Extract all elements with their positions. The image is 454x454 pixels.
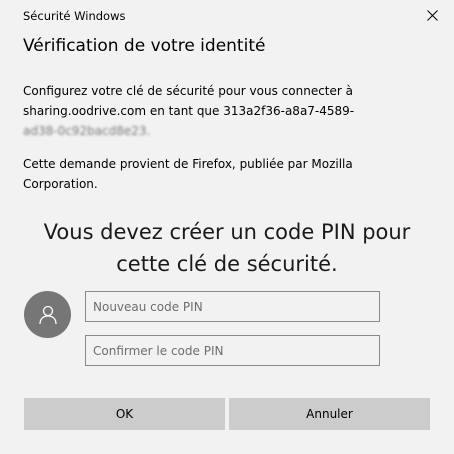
cancel-button[interactable]: Annuler bbox=[229, 398, 430, 430]
setup-instructions: Configurez votre clé de sécurité pour vo… bbox=[23, 81, 383, 141]
request-origin: Cette demande provient de Firefox, publi… bbox=[23, 154, 383, 194]
new-pin-input[interactable] bbox=[85, 291, 380, 322]
windows-security-dialog: Sécurité Windows Vérification de votre i… bbox=[0, 0, 454, 454]
confirm-pin-input[interactable] bbox=[85, 335, 380, 366]
origin-line: Corporation. bbox=[23, 177, 98, 191]
dialog-heading: Vérification de votre identité bbox=[23, 36, 266, 56]
instruction-line: Configurez votre clé de sécurité pour vo… bbox=[23, 84, 353, 98]
window-title: Sécurité Windows bbox=[23, 9, 126, 23]
pin-required-message: Vous devez créer un code PIN pour cette … bbox=[0, 216, 454, 280]
pin-message-line: Vous devez créer un code PIN pour bbox=[43, 220, 411, 244]
redacted-identifier: ad38-0c92bacd8e23. bbox=[23, 124, 151, 138]
pin-message-line: cette clé de sécurité. bbox=[116, 252, 338, 276]
ok-button[interactable]: OK bbox=[24, 398, 225, 430]
instruction-line: sharing.oodrive.com en tant que 313a2f36… bbox=[23, 104, 355, 118]
close-button[interactable] bbox=[418, 1, 446, 29]
user-icon bbox=[38, 305, 57, 324]
avatar bbox=[24, 291, 71, 338]
close-icon bbox=[426, 9, 438, 21]
origin-line: Cette demande provient de Firefox, publi… bbox=[23, 157, 353, 171]
